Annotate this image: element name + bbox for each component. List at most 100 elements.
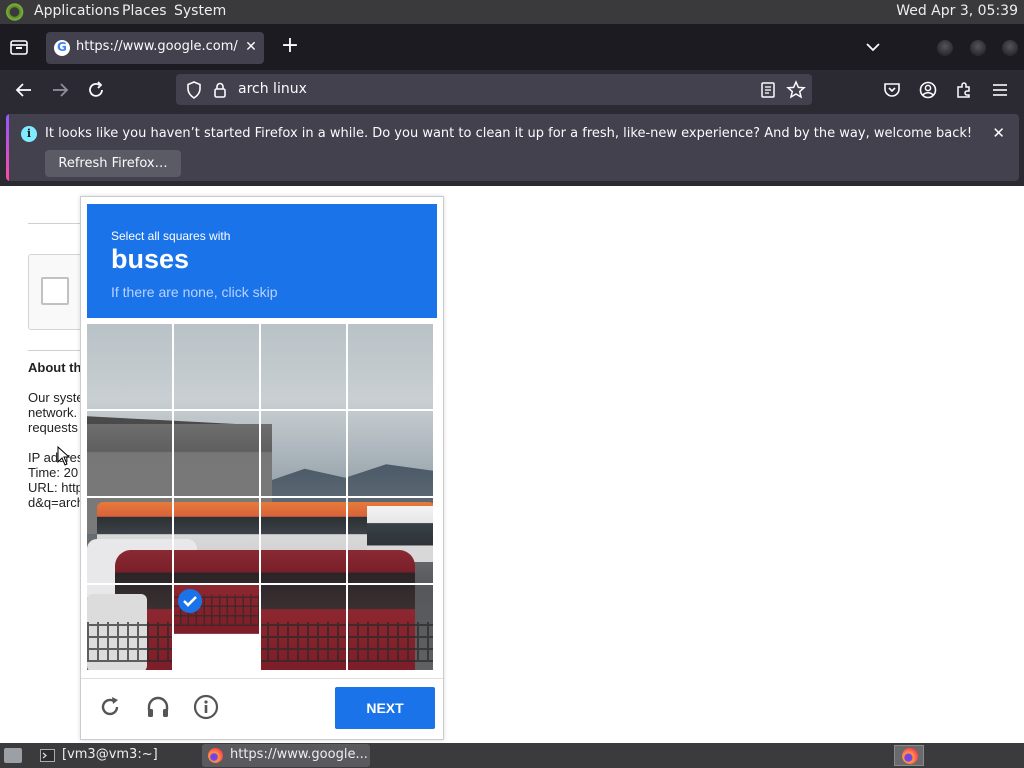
reader-view-icon[interactable] <box>758 80 778 100</box>
chevron-down-icon[interactable] <box>864 38 882 56</box>
challenge-hint: If there are none, click skip <box>111 284 278 300</box>
image-tile[interactable] <box>174 411 259 496</box>
distro-logo-icon[interactable] <box>6 3 25 21</box>
refresh-notification-bar: i It looks like you haven’t started Fire… <box>6 114 1019 181</box>
firefox-icon <box>208 748 223 763</box>
footer-divider <box>81 678 443 679</box>
tracking-protection-shield-icon[interactable] <box>184 80 204 100</box>
image-tile[interactable] <box>87 324 172 409</box>
new-tab-button[interactable]: + <box>280 35 300 57</box>
tile-image <box>174 498 259 583</box>
show-desktop-icon[interactable] <box>4 748 22 763</box>
info-line: IP addres <box>28 450 84 465</box>
system-menu[interactable]: System <box>174 3 226 19</box>
pocket-icon[interactable] <box>882 80 902 100</box>
task-label: https://www.google... <box>230 747 368 762</box>
close-notification-icon[interactable]: ✕ <box>992 126 1005 141</box>
address-bar[interactable]: arch linux <box>176 74 812 105</box>
tile-image <box>261 585 346 670</box>
info-line: d&q=arch <box>28 495 85 510</box>
help-info-icon[interactable] <box>193 694 219 720</box>
notification-area: i It looks like you haven’t started Fire… <box>0 110 1024 186</box>
navigation-toolbar: arch linux <box>0 70 1024 110</box>
tile-image <box>348 411 433 496</box>
google-favicon-icon <box>54 40 70 56</box>
places-menu[interactable]: Places <box>122 3 167 19</box>
bottom-taskbar: [vm3@vm3:~] https://www.google... <box>0 743 1024 768</box>
tile-image <box>87 585 172 670</box>
refresh-firefox-button[interactable]: Refresh Firefox… <box>45 150 181 177</box>
image-tile[interactable] <box>348 411 433 496</box>
task-terminal[interactable]: [vm3@vm3:~] <box>34 744 198 767</box>
image-tile[interactable] <box>87 411 172 496</box>
terminal-icon <box>40 749 55 762</box>
lock-icon[interactable] <box>210 80 230 100</box>
tile-image <box>261 498 346 583</box>
image-tile[interactable] <box>174 585 259 670</box>
info-line: Time: 20 <box>28 465 79 480</box>
body-line: requests <box>28 420 78 435</box>
challenge-header: Select all squares with buses If there a… <box>87 204 437 318</box>
tab-strip: https://www.google.com/sorry/index?conti… <box>0 24 1024 70</box>
body-line: Our syste <box>28 390 84 405</box>
tile-image <box>348 324 433 409</box>
next-button[interactable]: NEXT <box>335 687 435 729</box>
tile-image <box>174 411 259 496</box>
notification-accent <box>6 114 9 181</box>
forward-arrow-icon[interactable] <box>50 80 70 100</box>
firefox-icon <box>902 748 918 764</box>
tile-image <box>87 324 172 409</box>
tile-image <box>87 411 172 496</box>
audio-challenge-headphones-icon[interactable] <box>145 694 171 720</box>
address-bar-value: arch linux <box>238 81 307 97</box>
image-tile[interactable] <box>174 498 259 583</box>
about-heading: About th <box>28 360 82 375</box>
body-line: network. <box>28 405 78 420</box>
close-window-button[interactable] <box>1002 40 1018 56</box>
close-tab-icon[interactable]: ✕ <box>244 40 258 54</box>
image-tile[interactable] <box>348 324 433 409</box>
tile-image <box>348 585 433 670</box>
recaptcha-checkbox[interactable] <box>41 277 69 305</box>
challenge-image-grid <box>87 324 435 672</box>
applications-menu[interactable]: Applications <box>34 3 120 19</box>
reload-challenge-icon[interactable] <box>97 694 123 720</box>
divider <box>28 350 88 351</box>
tab-google-sorry[interactable]: https://www.google.com/sorry/index?conti… <box>46 32 264 64</box>
top-panel: Applications Places System Wed Apr 3, 05… <box>0 0 1024 24</box>
back-arrow-icon[interactable] <box>14 80 34 100</box>
divider <box>28 223 88 224</box>
image-tile[interactable] <box>261 411 346 496</box>
workspace-switcher[interactable] <box>894 745 924 766</box>
minimize-window-button[interactable] <box>937 40 953 56</box>
challenge-instruction: Select all squares with <box>111 229 231 243</box>
task-firefox[interactable]: https://www.google... <box>202 744 370 767</box>
info-line: URL: http <box>28 480 83 495</box>
image-tile[interactable] <box>261 324 346 409</box>
image-tile[interactable] <box>261 498 346 583</box>
firefox-view-icon[interactable] <box>8 36 30 58</box>
bookmark-star-icon[interactable] <box>786 80 806 100</box>
challenge-keyword: buses <box>111 244 190 274</box>
recaptcha-challenge: Select all squares with buses If there a… <box>80 196 444 740</box>
account-icon[interactable] <box>918 80 938 100</box>
task-label: [vm3@vm3:~] <box>62 747 158 762</box>
reload-icon[interactable] <box>86 80 106 100</box>
image-tile[interactable] <box>87 498 172 583</box>
tile-image <box>348 498 433 583</box>
maximize-window-button[interactable] <box>970 40 986 56</box>
notification-message: It looks like you haven’t started Firefo… <box>45 126 973 141</box>
image-tile[interactable] <box>87 585 172 670</box>
info-icon: i <box>21 126 37 142</box>
extensions-puzzle-icon[interactable] <box>954 80 974 100</box>
tile-image <box>261 411 346 496</box>
image-tile[interactable] <box>348 585 433 670</box>
clock[interactable]: Wed Apr 3, 05:39 <box>896 3 1018 19</box>
hamburger-menu-icon[interactable] <box>990 80 1010 100</box>
image-tile[interactable] <box>348 498 433 583</box>
image-tile[interactable] <box>261 585 346 670</box>
selected-check-icon <box>178 589 202 613</box>
mouse-pointer-icon <box>57 446 71 466</box>
tab-title: https://www.google.com/sorry/index?conti… <box>76 39 238 54</box>
image-tile[interactable] <box>174 324 259 409</box>
